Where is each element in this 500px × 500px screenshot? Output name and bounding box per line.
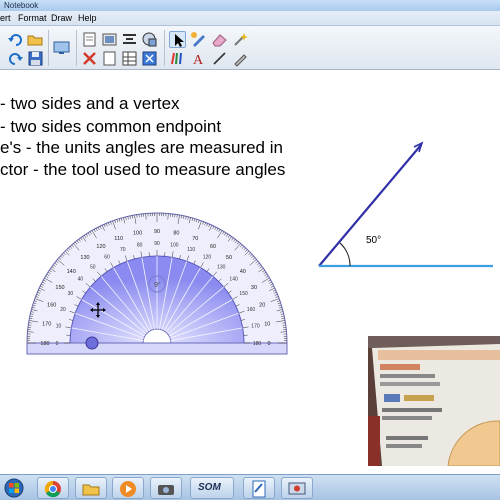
media-player-icon[interactable]	[112, 477, 144, 499]
notebook-window: Notebook ert Format Draw Help A - two si…	[0, 0, 500, 500]
protractor-inner-label: 140	[229, 277, 238, 283]
protractor-outer-label: 50	[226, 255, 232, 261]
angle-arc	[339, 242, 351, 267]
protractor-outer-label: 30	[251, 285, 257, 291]
protractor-inner-label: 110	[187, 247, 195, 253]
magic-pen-icon[interactable]	[232, 31, 249, 48]
full-screen-icon[interactable]	[141, 50, 158, 67]
menu-insert[interactable]: ert	[0, 11, 11, 26]
protractor-outer-label: 160	[47, 303, 56, 309]
protractor-inner-label: 160	[247, 307, 256, 313]
protractor-outer-label: 110	[114, 236, 123, 242]
screen-capture-icon[interactable]	[101, 31, 118, 48]
protractor-outer-label: 180	[40, 341, 49, 347]
protractor-tool[interactable]: 180 0170 101602015030140401305012060110701…	[25, 212, 290, 356]
protractor-inner-label: 40	[78, 277, 84, 283]
protractor-outer-label: 120	[96, 244, 105, 250]
protractor-base	[26, 342, 288, 355]
note-line-4: ctor - the tool used to measure angles	[0, 160, 286, 179]
screen-recorder-icon[interactable]	[281, 477, 313, 499]
text-align-icon[interactable]	[121, 31, 138, 48]
open-folder-icon[interactable]	[27, 31, 44, 48]
protractor-outer-label: 80	[173, 231, 179, 237]
protractor-outer-label: 150	[55, 285, 64, 291]
creative-pen-icon[interactable]	[190, 31, 207, 48]
protractor-outer-label: 40	[240, 269, 246, 275]
protractor-inner-label: 50	[90, 264, 96, 270]
protractor-inner-label: 90	[154, 241, 160, 247]
insert-page-icon[interactable]	[81, 31, 98, 48]
som-app-icon[interactable]: SOM	[190, 477, 234, 499]
protractor-outer-label: 130	[80, 255, 89, 261]
note-line-1: - two sides and a vertex	[0, 94, 180, 113]
delete-icon[interactable]	[81, 50, 98, 67]
protractor-outer-label: 90	[154, 229, 160, 235]
protractor-inner-label: 180	[253, 341, 262, 347]
protractor-inner-label: 10	[56, 324, 62, 330]
menu-help[interactable]: Help	[78, 11, 97, 26]
protractor-inner-label: 30	[68, 291, 74, 297]
pen-icon[interactable]	[169, 50, 186, 67]
protractor-inner-label: 0	[56, 341, 59, 347]
protractor-outer-label: 100	[133, 231, 142, 237]
protractor-outer-label: 60	[210, 244, 216, 250]
line-tool-icon[interactable]	[211, 50, 228, 67]
notebook-app-icon[interactable]	[243, 477, 275, 499]
toolbar: A	[0, 26, 500, 70]
text-tool-icon[interactable]: A	[190, 50, 207, 67]
redo-icon[interactable]	[7, 50, 24, 67]
angle-drawing	[318, 141, 493, 268]
start-orb-icon[interactable]	[2, 477, 26, 499]
svg-text:A: A	[193, 53, 204, 67]
screen-shade-icon[interactable]	[53, 39, 70, 56]
protractor-outer-label: 170	[42, 322, 51, 328]
menu-bar: ert Format Draw Help	[0, 11, 500, 26]
protractor-inner-label: 120	[203, 254, 212, 260]
protractor-inner-label: 130	[217, 264, 226, 270]
note-line-3: e's - the units angles are measured in	[0, 138, 283, 157]
protractor-resize-handle	[85, 336, 99, 350]
protractor-inner-label: 70	[120, 247, 126, 253]
chrome-icon[interactable]	[37, 477, 69, 499]
protractor-inner-label: 100	[170, 243, 179, 249]
file-explorer-icon[interactable]	[75, 477, 107, 499]
select-pointer-icon[interactable]	[169, 31, 186, 48]
angle-ray-oblique	[318, 144, 422, 267]
menu-draw[interactable]: Draw	[51, 11, 72, 26]
protractor-outer-label: 10	[264, 322, 270, 328]
windows-taskbar: SOM	[0, 474, 500, 500]
protractor-outer-label: 70	[192, 236, 198, 242]
svg-text:9°: 9°	[154, 281, 161, 289]
protractor-inner-label: 20	[60, 307, 66, 313]
save-icon[interactable]	[27, 50, 44, 67]
title-bar: Notebook	[0, 0, 500, 11]
protractor-inner-label: 150	[239, 291, 248, 297]
menu-format[interactable]: Format	[18, 11, 47, 26]
angle-measure-label: 50°	[366, 235, 382, 246]
note-line-2: - two sides common endpoint	[0, 117, 222, 136]
insert-page-blank-icon[interactable]	[101, 50, 118, 67]
protractor-outer-label: 0	[267, 341, 270, 347]
undo-icon[interactable]	[7, 31, 24, 48]
window-title: Notebook	[4, 1, 39, 10]
som-app-label: SOM	[198, 482, 221, 493]
shapes-icon[interactable]	[141, 31, 158, 48]
protractor-inner-label: 170	[251, 324, 260, 330]
protractor-inner-label: 80	[137, 243, 143, 249]
protractor-outer-label: 140	[67, 269, 76, 275]
camera-app-icon[interactable]	[150, 477, 182, 499]
protractor-outer-label: 20	[259, 303, 265, 309]
webcam-video-overlay	[368, 336, 500, 466]
eraser-icon[interactable]	[211, 31, 228, 48]
protractor-inner-label: 60	[104, 254, 110, 260]
insert-table-icon[interactable]	[121, 50, 138, 67]
fill-tool-icon[interactable]	[232, 50, 249, 67]
